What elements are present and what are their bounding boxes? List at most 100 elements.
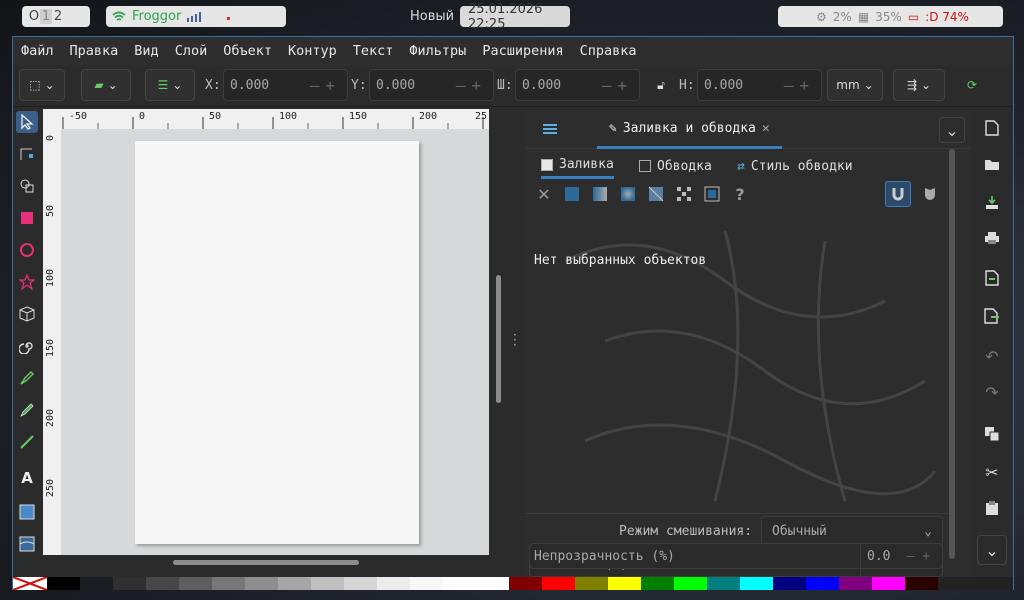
transform-dropdown[interactable]: ▰ ⌄ [81, 69, 131, 101]
tab-fill-stroke[interactable]: ✎ Заливка и обводка ✕ [597, 111, 782, 149]
w-input[interactable]: 0.000 —+ [515, 69, 640, 101]
redo-icon[interactable]: ↷ [981, 381, 1003, 403]
export-icon[interactable] [981, 305, 1003, 327]
no-color-swatch[interactable] [13, 577, 47, 590]
dock-menu-chevron-icon[interactable]: ⌄ [939, 117, 965, 143]
color-swatch[interactable] [146, 577, 179, 590]
shape-builder-icon[interactable] [16, 175, 38, 197]
stepper-icon[interactable]: —+ [602, 76, 633, 95]
color-swatch[interactable] [80, 577, 113, 590]
stepper-icon[interactable]: —+ [784, 76, 815, 95]
new-document-icon[interactable] [981, 117, 1003, 139]
menu-filters[interactable]: Фильтры [401, 43, 474, 59]
pencil-tool-icon[interactable] [16, 399, 38, 421]
menu-path[interactable]: Контур [280, 43, 345, 59]
node-tool-icon[interactable] [16, 143, 38, 165]
subtab-stroke-style[interactable]: ⇄ Стиль обводки [737, 153, 853, 179]
color-swatch[interactable] [443, 577, 509, 590]
opacity-input[interactable]: 0.0 —+ [860, 544, 944, 568]
stepper-icon[interactable]: —+ [310, 76, 341, 95]
pattern-icon[interactable] [675, 185, 693, 203]
mesh-gradient-icon[interactable] [647, 185, 665, 203]
color-swatch[interactable] [674, 577, 707, 590]
color-swatch[interactable] [47, 577, 80, 590]
snap-toggle-icon[interactable]: ⟳ [961, 69, 983, 101]
opacity-slider-row[interactable]: Непрозрачность (%) 0.0 —+ [529, 543, 943, 569]
color-swatch[interactable] [344, 577, 377, 590]
color-swatch[interactable] [311, 577, 344, 590]
save-icon[interactable] [981, 191, 1003, 213]
system-stats[interactable]: ⚙ 2% ▦ 35% ▭ :D 74% [778, 6, 1003, 27]
network-widget[interactable]: Froggor [106, 6, 286, 27]
subtab-fill[interactable]: Заливка [541, 153, 614, 179]
fill-rule-nonzero-icon[interactable] [917, 181, 943, 207]
subtab-stroke-paint[interactable]: Обводка [639, 153, 712, 179]
calligraphy-tool-icon[interactable] [16, 431, 38, 453]
menu-layer[interactable]: Слой [167, 43, 216, 59]
spiral-tool-icon[interactable] [16, 335, 38, 357]
select-same-dropdown[interactable]: ⬚ ⌄ [19, 69, 65, 101]
linear-gradient-icon[interactable] [591, 185, 609, 203]
color-swatch[interactable] [872, 577, 905, 590]
gradient-tool-icon[interactable] [16, 501, 38, 523]
color-swatch[interactable] [641, 577, 674, 590]
color-swatch[interactable] [839, 577, 872, 590]
paste-icon[interactable] [981, 497, 1003, 519]
dock-resize-handle[interactable]: · · · [513, 329, 517, 351]
menu-text[interactable]: Текст [345, 43, 402, 59]
more-commands-chevron-icon[interactable]: ⌄ [977, 535, 1007, 565]
mesh-tool-icon[interactable] [16, 533, 38, 555]
import-icon[interactable] [981, 267, 1003, 289]
ruler-corner-lock-icon[interactable] [43, 109, 59, 129]
h-input[interactable]: 0.000 —+ [697, 69, 822, 101]
color-swatch[interactable] [608, 577, 641, 590]
open-folder-icon[interactable] [981, 153, 1003, 175]
scroll-thumb[interactable] [496, 275, 501, 403]
color-swatch[interactable] [245, 577, 278, 590]
copy-icon[interactable] [981, 423, 1003, 445]
keyboard-layout[interactable]: Новый [408, 6, 454, 27]
workspace-0[interactable]: O [28, 9, 40, 24]
text-tool-icon[interactable]: A [16, 467, 38, 489]
star-tool-icon[interactable] [16, 271, 38, 293]
blend-mode-select[interactable]: Обычный ⌄ [761, 516, 943, 546]
color-swatch[interactable] [179, 577, 212, 590]
layers-icon[interactable] [541, 121, 559, 141]
horizontal-scrollbar[interactable] [61, 555, 489, 569]
unset-paint-icon[interactable]: ? [731, 185, 749, 204]
color-swatch[interactable] [278, 577, 311, 590]
workspace-2[interactable]: 2 [52, 9, 64, 24]
cut-icon[interactable]: ✂ [981, 461, 1003, 483]
menu-file[interactable]: Файл [13, 43, 62, 59]
color-swatch[interactable] [806, 577, 839, 590]
x-input[interactable]: 0.000 —+ [223, 69, 348, 101]
color-swatch[interactable] [905, 577, 938, 590]
swatch-icon[interactable] [703, 185, 721, 203]
flat-color-icon[interactable] [563, 185, 581, 203]
menu-extensions[interactable]: Расширения [474, 43, 571, 59]
lock-icon[interactable]: 🔓︎ [651, 69, 671, 101]
3d-box-tool-icon[interactable] [16, 303, 38, 325]
color-swatch[interactable] [773, 577, 806, 590]
pen-tool-icon[interactable] [16, 367, 38, 389]
menu-edit[interactable]: Правка [62, 43, 127, 59]
menu-object[interactable]: Объект [215, 43, 280, 59]
color-swatch[interactable] [542, 577, 575, 590]
drawing-canvas[interactable] [61, 129, 489, 555]
workspace-switcher[interactable]: O 1 2 [22, 6, 90, 27]
fill-rule-evenodd-icon[interactable] [885, 181, 911, 207]
no-paint-icon[interactable]: ✕ [535, 185, 553, 204]
y-input[interactable]: 0.000 —+ [369, 69, 494, 101]
color-swatch[interactable] [410, 577, 443, 590]
align-dropdown[interactable]: ☰ ⌄ [145, 69, 195, 101]
color-swatch[interactable] [509, 577, 542, 590]
unit-select[interactable]: mm ⌄ [827, 69, 883, 101]
radial-gradient-icon[interactable] [619, 185, 637, 203]
vertical-scrollbar[interactable] [491, 129, 505, 555]
color-swatch[interactable] [740, 577, 773, 590]
stepper-icon[interactable]: —+ [456, 76, 487, 95]
dock-scrollbar[interactable] [949, 149, 955, 559]
color-swatch[interactable] [707, 577, 740, 590]
stepper-icon[interactable]: —+ [906, 549, 938, 564]
color-swatch[interactable] [377, 577, 410, 590]
